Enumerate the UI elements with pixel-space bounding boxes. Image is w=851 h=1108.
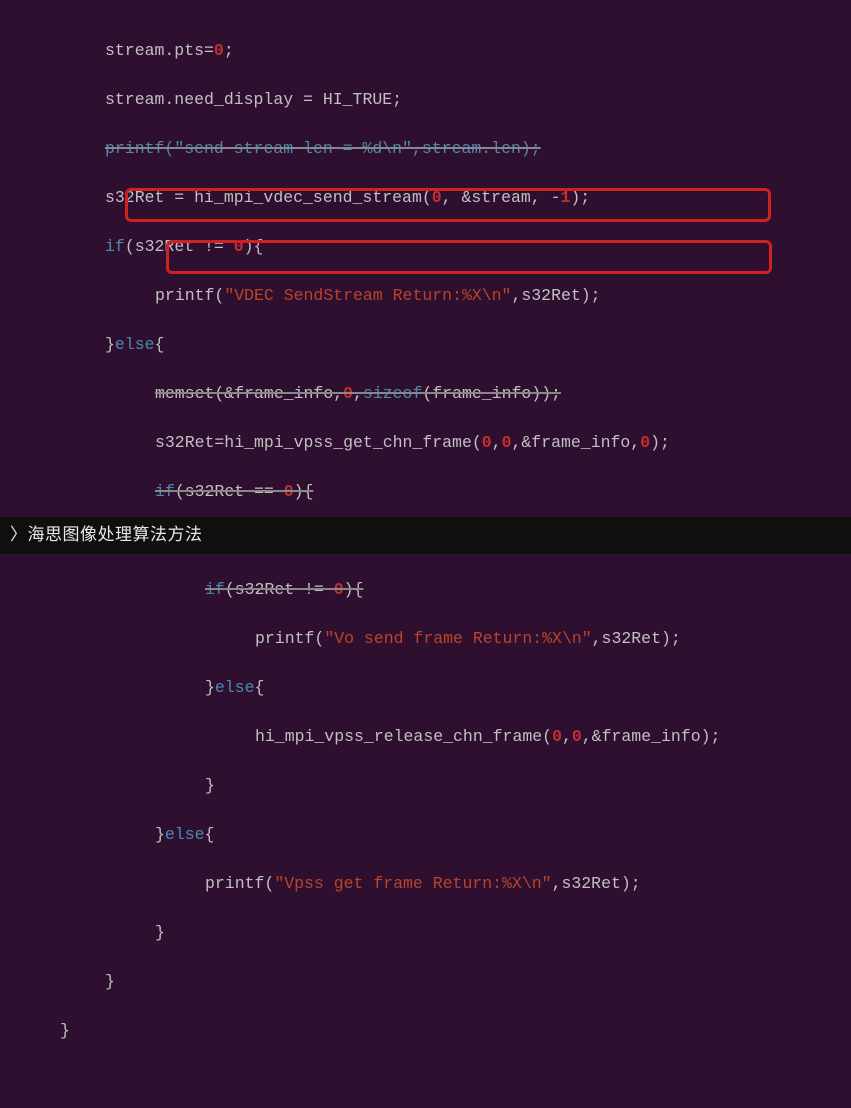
code-line: printf("VDEC SendStream Return:%X\n",s32… [0,284,851,309]
code-line: }else{ [0,676,851,701]
code-line: stream.need_display = HI_TRUE; [0,88,851,113]
code-line: }else{ [0,333,851,358]
caret-icon: 〉 [10,525,28,544]
code-line: printf("Vpss get frame Return:%X\n",s32R… [0,872,851,897]
code-block: stream.pts=0; stream.need_display = HI_T… [0,0,851,1108]
code-line: if(s32Ret != 0){ [0,235,851,260]
code-line-struck: printf("send stream len = %d\n",stream.l… [0,137,851,162]
code-line: s32Ret = hi_mpi_vdec_send_stream(0, &str… [0,186,851,211]
code-line: printf("Vo send frame Return:%X\n",s32Re… [0,627,851,652]
code-line: } [0,970,851,995]
code-line: } [0,921,851,946]
footer-caption: 〉海思图像处理算法方法 [0,517,851,555]
code-line: } [0,774,851,799]
code-line: }else{ [0,823,851,848]
code-line: hi_mpi_vpss_release_chn_frame(0,0,&frame… [0,725,851,750]
code-line-struck: if(s32Ret == 0){ [0,480,851,505]
code-line-struck: memset(&frame_info,0,sizeof(frame_info))… [0,382,851,407]
code-line: stream.pts=0; [0,39,851,64]
code-line: } [0,1019,851,1044]
code-line-struck: if(s32Ret != 0){ [0,578,851,603]
code-line-highlight: s32Ret=hi_mpi_vpss_get_chn_frame(0,0,&fr… [0,431,851,456]
